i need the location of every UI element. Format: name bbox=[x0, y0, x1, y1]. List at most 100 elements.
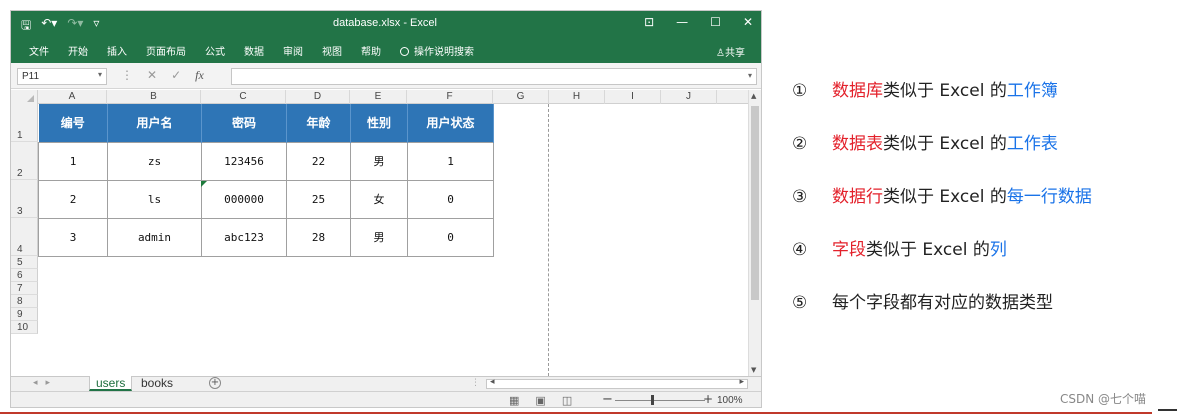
tab-data[interactable]: 数据 bbox=[244, 43, 264, 58]
cell[interactable]: 22 bbox=[286, 141, 351, 181]
header-cell[interactable]: 用户状态 bbox=[407, 104, 494, 142]
sheet-tab-books[interactable]: books bbox=[135, 376, 179, 391]
cell[interactable]: ls bbox=[107, 179, 202, 219]
tab-home[interactable]: 开始 bbox=[68, 43, 88, 58]
zoom-slider-knob[interactable] bbox=[651, 395, 654, 405]
cell[interactable]: 男 bbox=[350, 217, 408, 257]
note-text: 类似于 Excel 的 bbox=[883, 187, 1007, 207]
row-header[interactable]: 5 bbox=[11, 256, 38, 269]
row-header[interactable]: 4 bbox=[11, 218, 38, 256]
header-cell[interactable]: 编号 bbox=[38, 104, 108, 142]
table-row: 1 zs 123456 22 男 1 bbox=[38, 141, 494, 181]
view-buttons: ▦ ▣ ◫ bbox=[509, 394, 572, 407]
vertical-scrollbar[interactable]: ▲ ▼ bbox=[748, 90, 761, 376]
column-header[interactable]: F bbox=[407, 90, 493, 104]
normal-view-icon[interactable]: ▦ bbox=[509, 394, 519, 407]
row-header[interactable]: 2 bbox=[11, 142, 38, 180]
cell[interactable]: 1 bbox=[407, 141, 494, 181]
column-header[interactable]: A bbox=[38, 90, 107, 104]
column-header[interactable]: C bbox=[201, 90, 286, 104]
zoom-in-icon[interactable]: + bbox=[703, 392, 713, 406]
cell[interactable]: 男 bbox=[350, 141, 408, 181]
tab-insert[interactable]: 插入 bbox=[107, 43, 127, 58]
tab-review[interactable]: 审阅 bbox=[283, 43, 303, 58]
worksheet-grid[interactable]: A B C D E F G H I J 1 2 3 4 5 6 7 8 9 10… bbox=[11, 90, 761, 376]
cell[interactable]: 女 bbox=[350, 179, 408, 219]
note-item: ④ 字段类似于 Excel 的列 bbox=[792, 235, 1007, 260]
cell[interactable]: admin bbox=[107, 217, 202, 257]
header-cell[interactable]: 密码 bbox=[201, 104, 287, 142]
cell[interactable]: 000000 bbox=[201, 179, 287, 219]
cancel-icon[interactable]: ✕ bbox=[147, 68, 157, 83]
column-header[interactable]: E bbox=[350, 90, 407, 104]
scroll-thumb[interactable] bbox=[751, 106, 759, 300]
scroll-down-icon[interactable]: ▼ bbox=[751, 366, 756, 374]
row-header[interactable]: 10 bbox=[11, 321, 38, 334]
text-number-warning-icon[interactable] bbox=[201, 181, 207, 187]
column-header[interactable]: H bbox=[549, 90, 605, 104]
zoom-level[interactable]: 100% bbox=[717, 395, 743, 406]
page-layout-view-icon[interactable]: ▣ bbox=[535, 394, 545, 407]
cell[interactable]: zs bbox=[107, 141, 202, 181]
note-term: 数据行 bbox=[832, 187, 883, 207]
cell[interactable]: abc123 bbox=[201, 217, 287, 257]
row-header[interactable]: 8 bbox=[11, 295, 38, 308]
row-header[interactable]: 9 bbox=[11, 308, 38, 321]
page-break-view-icon[interactable]: ◫ bbox=[562, 394, 572, 407]
scroll-up-icon[interactable]: ▲ bbox=[751, 92, 756, 100]
customize-toolbar-icon[interactable]: ▿ bbox=[93, 16, 99, 37]
minimize-button[interactable]: — bbox=[676, 15, 688, 29]
cell[interactable]: 3 bbox=[38, 217, 108, 257]
tab-help[interactable]: 帮助 bbox=[361, 43, 381, 58]
cell[interactable]: 2 bbox=[38, 179, 108, 219]
cell[interactable]: 0 bbox=[407, 179, 494, 219]
ribbon-display-icon[interactable]: ⊡ bbox=[644, 15, 654, 29]
row-header[interactable]: 7 bbox=[11, 282, 38, 295]
lightbulb-icon bbox=[400, 46, 409, 56]
expand-formula-icon[interactable]: ▾ bbox=[748, 71, 752, 80]
name-box[interactable]: P11 ▾ bbox=[17, 68, 107, 85]
header-cell[interactable]: 性别 bbox=[350, 104, 408, 142]
horizontal-scrollbar[interactable] bbox=[486, 377, 748, 389]
column-header[interactable]: J bbox=[661, 90, 717, 104]
zoom-out-icon[interactable]: − bbox=[602, 392, 613, 407]
row-header[interactable]: 3 bbox=[11, 180, 38, 218]
tab-splitter-icon[interactable]: ⋮ bbox=[471, 378, 480, 388]
undo-icon[interactable]: ↶▾ bbox=[41, 16, 57, 37]
sheet-nav-arrows[interactable]: ◂▸ bbox=[33, 378, 58, 388]
cell[interactable]: 123456 bbox=[201, 141, 287, 181]
column-header[interactable]: I bbox=[605, 90, 661, 104]
row-header[interactable]: 6 bbox=[11, 269, 38, 282]
note-analogy: 工作表 bbox=[1006, 134, 1058, 154]
column-header[interactable]: D bbox=[286, 90, 350, 104]
tab-file[interactable]: 文件 bbox=[29, 43, 49, 58]
column-header[interactable]: B bbox=[107, 90, 201, 104]
maximize-button[interactable]: ☐ bbox=[710, 15, 721, 29]
close-button[interactable]: ✕ bbox=[743, 15, 753, 29]
ribbon-tabs: 文件 开始 插入 页面布局 公式 数据 审阅 视图 帮助 操作说明搜索 ♙共享 bbox=[11, 37, 761, 63]
formula-input[interactable]: ▾ bbox=[231, 68, 757, 85]
share-button[interactable]: ♙共享 bbox=[716, 44, 745, 59]
chevron-down-icon[interactable]: ▾ bbox=[98, 70, 102, 79]
save-icon[interactable]: 🖫 bbox=[21, 16, 31, 37]
note-item: ① 数据库类似于 Excel 的工作簿 bbox=[792, 76, 1058, 101]
sheet-tab-users[interactable]: users bbox=[89, 376, 133, 391]
cell[interactable]: 25 bbox=[286, 179, 351, 219]
header-cell[interactable]: 年龄 bbox=[286, 104, 351, 142]
cell[interactable]: 28 bbox=[286, 217, 351, 257]
header-cell[interactable]: 用户名 bbox=[107, 104, 202, 142]
cell[interactable]: 1 bbox=[38, 141, 108, 181]
tab-formulas[interactable]: 公式 bbox=[205, 43, 225, 58]
tell-me-search[interactable]: 操作说明搜索 bbox=[400, 43, 474, 58]
enter-icon[interactable]: ✓ bbox=[171, 68, 181, 83]
tab-page-layout[interactable]: 页面布局 bbox=[146, 43, 186, 58]
select-all-corner[interactable] bbox=[11, 90, 38, 104]
redo-icon[interactable]: ↷▾ bbox=[67, 16, 83, 37]
zoom-slider[interactable] bbox=[615, 400, 705, 401]
cell[interactable]: 0 bbox=[407, 217, 494, 257]
column-header[interactable]: G bbox=[493, 90, 549, 104]
insert-function-icon[interactable]: fx bbox=[195, 68, 204, 83]
tab-view[interactable]: 视图 bbox=[322, 43, 342, 58]
add-sheet-icon[interactable]: + bbox=[209, 377, 221, 389]
row-header[interactable]: 1 bbox=[11, 104, 38, 142]
